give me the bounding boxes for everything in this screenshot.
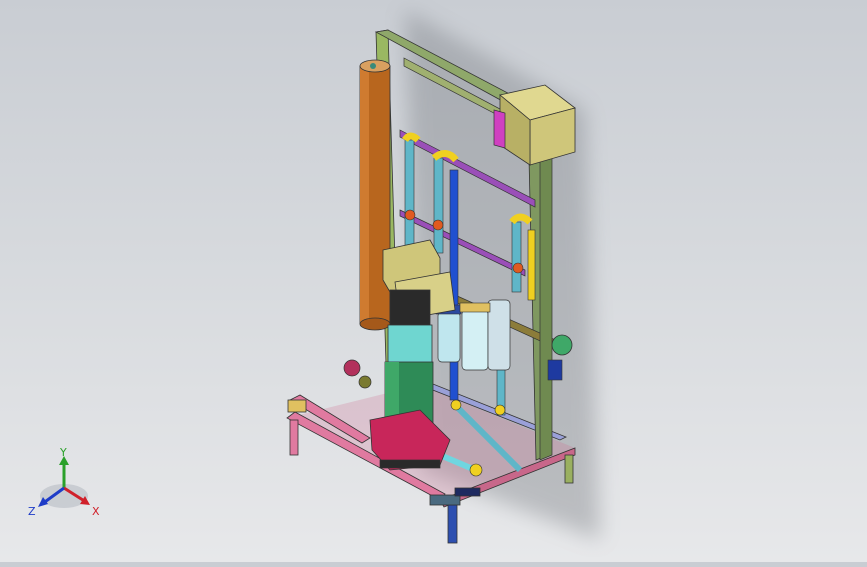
orientation-triad[interactable]: Y X Z	[26, 446, 106, 520]
pressure-tank[interactable]	[359, 59, 391, 331]
y-axis-label: Y	[59, 448, 67, 459]
x-axis-label: X	[92, 505, 100, 518]
assembly-model[interactable]	[0, 0, 867, 562]
cad-viewport[interactable]: Y X Z	[0, 0, 867, 562]
z-axis-label: Z	[28, 505, 36, 518]
